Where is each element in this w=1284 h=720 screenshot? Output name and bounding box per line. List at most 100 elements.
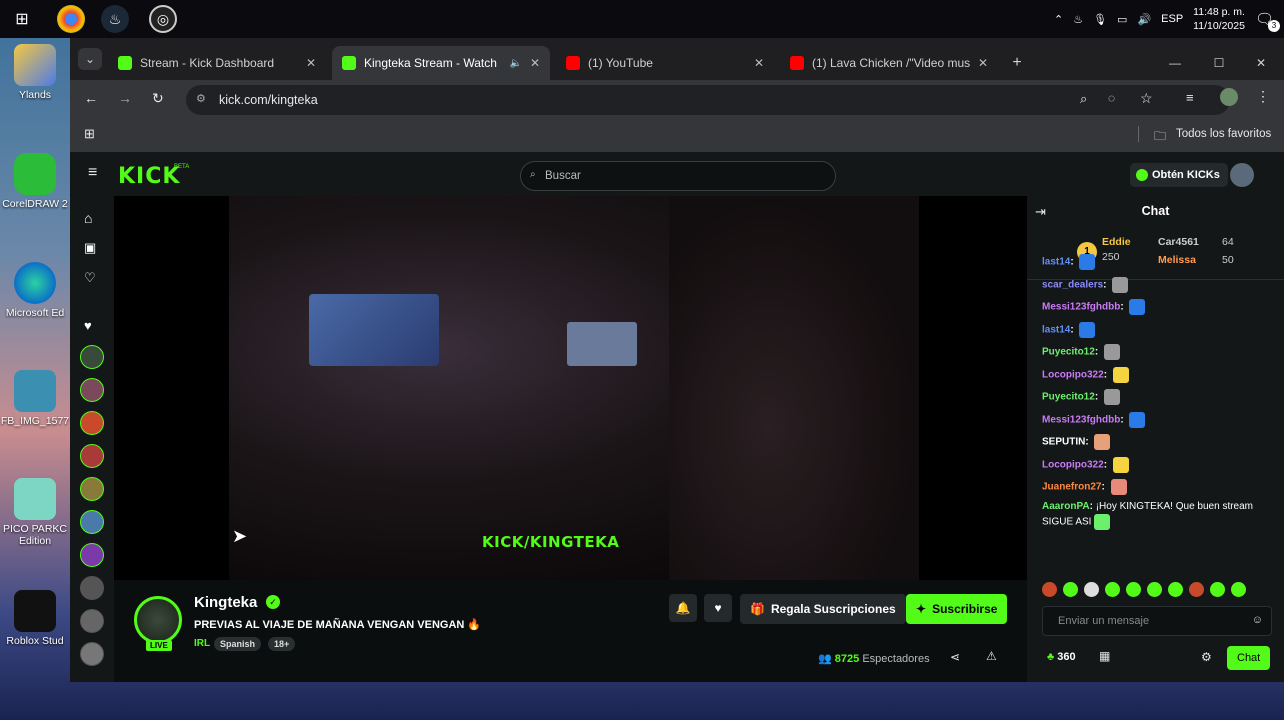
new-tab-button[interactable]: + bbox=[1006, 46, 1028, 80]
channel-avatar[interactable] bbox=[80, 576, 104, 600]
follow-heart-button[interactable]: ♥ bbox=[704, 594, 732, 622]
desktop-icon-roblox-studio[interactable]: Roblox Stud bbox=[0, 590, 70, 647]
chat-username[interactable]: Locopipo322 bbox=[1042, 459, 1104, 470]
url-text[interactable]: kick.com/kingteka bbox=[219, 93, 318, 107]
menu-icon[interactable]: ⋮ bbox=[1256, 88, 1270, 105]
chat-username[interactable]: Puyecito12 bbox=[1042, 347, 1095, 358]
close-icon[interactable]: ✕ bbox=[530, 56, 540, 70]
chat-username[interactable]: Messi123fghdbb bbox=[1042, 302, 1120, 313]
eye-off-icon[interactable]: ◌ bbox=[1108, 91, 1115, 105]
apps-grid-icon[interactable]: ⊞ bbox=[84, 126, 95, 142]
chat-username[interactable]: Juanefron27 bbox=[1042, 482, 1101, 493]
clock[interactable]: 11:48 p. m. 11/10/2025 bbox=[1193, 5, 1245, 33]
streamer-name[interactable]: Kingteka bbox=[194, 594, 257, 611]
emote-icon[interactable] bbox=[1189, 582, 1204, 597]
leader-first-name[interactable]: Eddie bbox=[1102, 236, 1131, 248]
back-icon[interactable]: ← bbox=[84, 90, 98, 106]
desktop-icon-ylands[interactable]: Ylands bbox=[0, 44, 70, 101]
emote-icon[interactable] bbox=[1168, 582, 1183, 597]
kick-logo[interactable]: KICK bbox=[118, 164, 180, 189]
search-input[interactable]: ⌕ Buscar bbox=[520, 161, 836, 191]
report-icon[interactable]: ⚠ bbox=[986, 649, 997, 663]
chat-username[interactable]: AaaronPA bbox=[1042, 501, 1090, 512]
channel-points[interactable]: ♣ 360 bbox=[1047, 651, 1076, 663]
chrome-icon[interactable] bbox=[57, 5, 85, 33]
get-kicks-button[interactable]: Obtén KICKs bbox=[1130, 163, 1228, 187]
channel-avatar[interactable] bbox=[80, 642, 104, 666]
emote-icon[interactable] bbox=[1084, 582, 1099, 597]
tag-language[interactable]: Spanish bbox=[214, 637, 262, 651]
channel-avatar[interactable] bbox=[80, 444, 104, 468]
star-icon[interactable]: ☆ bbox=[1140, 90, 1153, 107]
chat-username[interactable]: Messi123fghdbb bbox=[1042, 414, 1120, 425]
close-icon[interactable]: ✕ bbox=[978, 56, 988, 70]
minimize-button[interactable]: — bbox=[1160, 46, 1190, 80]
audio-icon[interactable]: 🔈 bbox=[509, 58, 521, 69]
subscribe-button[interactable]: ✦ Suscribirse bbox=[906, 594, 1008, 624]
hamburger-menu-icon[interactable]: ≡ bbox=[88, 164, 97, 182]
tab-kingteka-stream[interactable]: Kingteka Stream - Watch Liv 🔈 ✕ bbox=[332, 46, 550, 80]
volume-icon[interactable]: 🔊 bbox=[1137, 13, 1151, 26]
channel-avatar[interactable] bbox=[80, 510, 104, 534]
emote-icon[interactable] bbox=[1231, 582, 1246, 597]
close-icon[interactable]: ✕ bbox=[754, 56, 764, 70]
chat-username[interactable]: SEPUTIN bbox=[1042, 437, 1085, 448]
emote-icon[interactable] bbox=[1126, 582, 1141, 597]
channel-avatar[interactable] bbox=[80, 609, 104, 633]
chat-message-input[interactable]: Enviar un mensaje ☺ bbox=[1042, 606, 1272, 636]
reload-icon[interactable]: ↻ bbox=[152, 90, 164, 107]
tab-kick-dashboard[interactable]: Stream - Kick Dashboard ✕ bbox=[108, 46, 326, 80]
send-chat-button[interactable]: Chat bbox=[1227, 646, 1271, 670]
channel-avatar[interactable] bbox=[80, 345, 104, 369]
following-heart-icon[interactable]: ♡ bbox=[84, 270, 96, 286]
chat-username[interactable]: Locopipo322 bbox=[1042, 369, 1104, 380]
close-icon[interactable]: ✕ bbox=[306, 56, 316, 70]
emote-icon[interactable] bbox=[1042, 582, 1057, 597]
channel-avatar[interactable] bbox=[80, 543, 104, 567]
profile-avatar[interactable] bbox=[1220, 88, 1238, 106]
home-icon[interactable]: ⌂ bbox=[84, 210, 92, 226]
microphone-icon[interactable]: 🎙 bbox=[1093, 13, 1107, 26]
chat-username[interactable]: Puyecito12 bbox=[1042, 392, 1095, 403]
media-control-icon[interactable]: ≡ bbox=[1186, 90, 1194, 105]
channel-avatar[interactable] bbox=[80, 477, 104, 501]
forward-icon[interactable]: → bbox=[118, 90, 132, 106]
zoom-icon[interactable]: ⌕ bbox=[1080, 91, 1087, 107]
tab-lava-chicken[interactable]: (1) Lava Chicken /"Video music ✕ bbox=[780, 46, 998, 80]
chat-username[interactable]: last14 bbox=[1042, 257, 1070, 268]
channel-avatar[interactable] bbox=[80, 378, 104, 402]
browse-icon[interactable]: ▣ bbox=[84, 240, 96, 256]
desktop-icon-edge[interactable]: Microsoft Ed bbox=[0, 262, 70, 319]
chat-username[interactable]: scar_dealers bbox=[1042, 279, 1103, 290]
chevron-up-icon[interactable]: ⌃ bbox=[1054, 13, 1063, 26]
tag-age[interactable]: 18+ bbox=[268, 637, 296, 651]
leader-second-name[interactable]: Car4561 bbox=[1158, 236, 1199, 248]
desktop-icon-fb-img[interactable]: FB_IMG_1577 bbox=[0, 370, 70, 427]
emote-icon[interactable] bbox=[1105, 582, 1120, 597]
desktop-icon-pico-park[interactable]: PICO PARKC Edition bbox=[0, 478, 70, 547]
maximize-button[interactable]: ☐ bbox=[1204, 46, 1234, 80]
tab-youtube[interactable]: (1) YouTube ✕ bbox=[556, 46, 774, 80]
leader-third-name[interactable]: Melissa bbox=[1158, 254, 1196, 266]
desktop-icon-coreldraw[interactable]: CorelDRAW 2 bbox=[0, 153, 70, 210]
streamer-avatar[interactable] bbox=[134, 596, 182, 644]
gift-subs-button[interactable]: 🎁 Regala Suscripciones bbox=[740, 594, 906, 624]
stream-category[interactable]: IRL bbox=[194, 638, 210, 649]
app-icon[interactable]: ◎ bbox=[149, 5, 177, 33]
close-window-button[interactable]: ✕ bbox=[1246, 46, 1276, 80]
omnibox[interactable]: ⚙ kick.com/kingteka ⌕ ◌ ☆ bbox=[186, 85, 1230, 115]
tab-search-button[interactable]: ⌄ bbox=[78, 48, 102, 70]
emote-icon[interactable] bbox=[1063, 582, 1078, 597]
site-info-icon[interactable]: ⚙ bbox=[196, 92, 206, 105]
network-icon[interactable]: ▭ bbox=[1117, 13, 1127, 26]
user-avatar[interactable] bbox=[1230, 163, 1254, 187]
notification-icon[interactable]: 🗨 3 bbox=[1255, 10, 1280, 32]
share-icon[interactable]: ⋖ bbox=[950, 650, 960, 664]
steam-icon[interactable]: ♨ bbox=[101, 5, 129, 33]
emoji-icon[interactable]: ☺ bbox=[1252, 614, 1263, 626]
all-favorites-link[interactable]: Todos los favoritos bbox=[1176, 128, 1271, 140]
language-indicator[interactable]: ESP bbox=[1161, 13, 1183, 25]
video-player[interactable]: KICK/KINGTEKA ➤ bbox=[114, 196, 1027, 580]
emote-icon[interactable] bbox=[1210, 582, 1225, 597]
settings-gear-icon[interactable]: ⚙ bbox=[1201, 650, 1212, 664]
